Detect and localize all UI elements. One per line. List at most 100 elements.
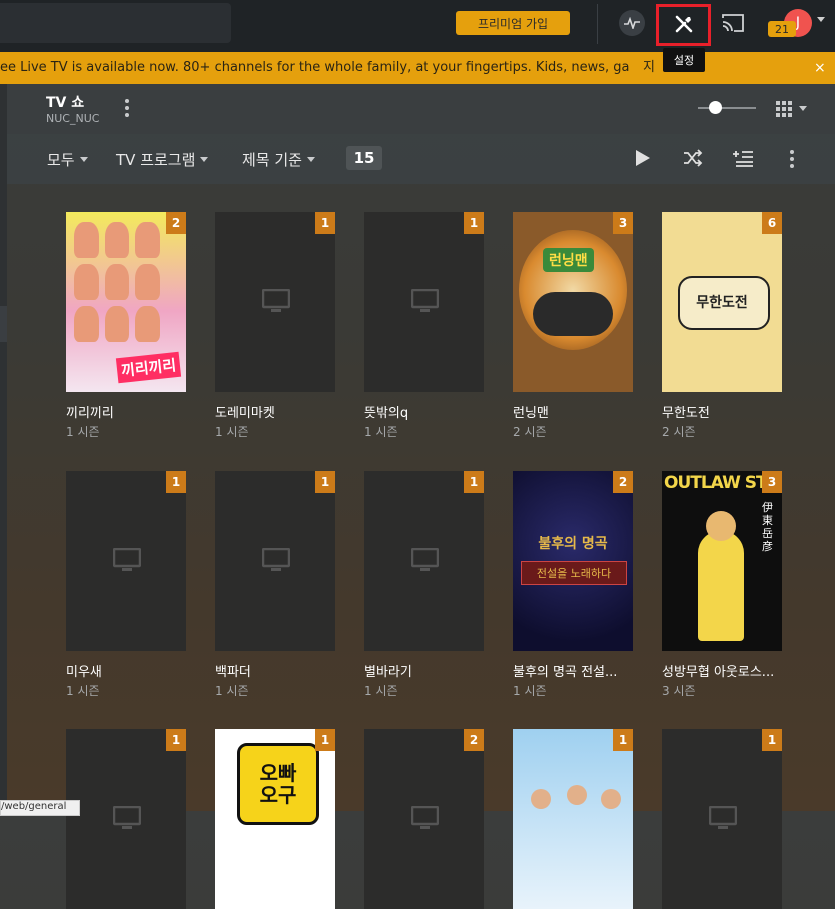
show-card[interactable]: 런닝맨 3 런닝맨 2 시즌	[513, 212, 633, 439]
banner-text: ee Live TV is available now. 80+ channel…	[0, 60, 630, 75]
unwatched-badge: 1	[613, 729, 633, 751]
show-card[interactable]: OUTLAW STAR 伊東岳彦 3 성방무협 아웃로스... 3 시즌	[662, 471, 782, 698]
chevron-down-icon	[306, 157, 315, 162]
unwatched-badge: 1	[315, 729, 335, 751]
unwatched-badge: 1	[315, 212, 335, 234]
season-count: 1 시즌	[364, 425, 398, 439]
slider-handle[interactable]	[709, 101, 722, 114]
show-card[interactable]: 1 도레미마켓 1 시즌	[215, 212, 335, 439]
chevron-down-icon	[200, 157, 209, 162]
show-card[interactable]: 1	[662, 729, 782, 909]
show-poster[interactable]: OUTLAW STAR 伊東岳彦 3	[662, 471, 782, 651]
show-card[interactable]: 무한도전 6 무한도전 2 시즌	[662, 212, 782, 439]
show-card[interactable]: 1 백파더 1 시즌	[215, 471, 335, 698]
grid-view-icon[interactable]	[776, 101, 792, 117]
premium-button[interactable]: 프리미엄 가입	[456, 11, 570, 35]
show-card[interactable]: 1 뜻밖의q 1 시즌	[364, 212, 484, 439]
unwatched-badge: 1	[315, 471, 335, 493]
season-count: 1 시즌	[215, 684, 249, 698]
unwatched-badge: 2	[613, 471, 633, 493]
season-count: 1 시즌	[215, 425, 249, 439]
season-count: 1 시즌	[364, 684, 398, 698]
search-input[interactable]	[0, 3, 231, 43]
tv-placeholder-icon	[411, 806, 439, 829]
show-title[interactable]: 런닝맨	[513, 402, 633, 421]
show-poster[interactable]: 1	[66, 729, 186, 909]
show-poster[interactable]: 1	[215, 212, 335, 392]
show-poster[interactable]: 무한도전 6	[662, 212, 782, 392]
season-count: 2 시즌	[662, 425, 696, 439]
show-poster[interactable]: 1	[364, 471, 484, 651]
filter-type-label: TV 프로그램	[116, 151, 196, 169]
activity-icon[interactable]	[619, 10, 645, 36]
sort-dropdown[interactable]: 제목 기준	[242, 149, 315, 170]
more-options-icon[interactable]	[790, 150, 796, 168]
chevron-down-icon[interactable]	[817, 17, 825, 22]
cast-icon[interactable]	[720, 12, 746, 34]
sidebar-collapsed[interactable]	[0, 84, 7, 811]
show-poster[interactable]: 1	[215, 471, 335, 651]
sort-label: 제목 기준	[242, 151, 302, 169]
unwatched-badge: 2	[166, 212, 186, 234]
toolbar-divider	[597, 4, 598, 44]
library-menu-icon[interactable]	[124, 99, 130, 117]
add-to-queue-icon[interactable]	[732, 148, 754, 168]
tv-placeholder-icon	[113, 548, 141, 571]
show-card[interactable]: 오빠 오구 1	[215, 729, 335, 909]
show-title[interactable]: 성방무협 아웃로스...	[662, 661, 782, 680]
unwatched-badge: 6	[762, 212, 782, 234]
unwatched-badge: 3	[613, 212, 633, 234]
banner-text-tail: 지	[643, 60, 655, 75]
show-card[interactable]: 1	[66, 729, 186, 909]
show-poster[interactable]: 오빠 오구 1	[215, 729, 335, 909]
show-card[interactable]: 끼리끼리 2 끼리끼리 1 시즌	[66, 212, 186, 439]
season-count: 2 시즌	[513, 425, 547, 439]
filter-all-label: 모두	[47, 151, 75, 169]
view-dropdown-icon[interactable]	[799, 106, 807, 111]
server-name: NUC_NUC	[46, 112, 100, 125]
show-poster[interactable]: 끼리끼리 2	[66, 212, 186, 392]
show-card[interactable]: 2	[364, 729, 484, 909]
show-poster[interactable]: 1	[66, 471, 186, 651]
tv-placeholder-icon	[411, 289, 439, 312]
sidebar-indicator	[0, 306, 7, 342]
item-count: 15	[346, 146, 382, 170]
show-poster[interactable]: 1	[662, 729, 782, 909]
season-count: 3 시즌	[662, 684, 696, 698]
show-title[interactable]: 무한도전	[662, 402, 782, 421]
filter-all-dropdown[interactable]: 모두	[47, 149, 88, 170]
season-count: 1 시즌	[513, 684, 547, 698]
show-title[interactable]: 미우새	[66, 661, 186, 680]
tv-placeholder-icon	[262, 548, 290, 571]
show-title[interactable]: 백파더	[215, 661, 335, 680]
settings-button[interactable]	[656, 4, 711, 46]
show-poster[interactable]: 1	[513, 729, 633, 909]
show-card[interactable]: 불후의 명곡 전설을 노래하다 2 불후의 명곡 전설... 1 시즌	[513, 471, 633, 698]
announcement-banner: ee Live TV is available now. 80+ channel…	[0, 52, 835, 84]
chevron-down-icon	[79, 157, 88, 162]
settings-tooltip: 설정	[663, 48, 705, 72]
show-poster[interactable]: 2	[364, 729, 484, 909]
unwatched-badge: 1	[464, 212, 484, 234]
unwatched-badge: 1	[166, 471, 186, 493]
shuffle-icon[interactable]	[683, 149, 703, 167]
close-icon[interactable]: ×	[814, 52, 826, 84]
library-title: TV 쇼	[46, 95, 85, 111]
play-icon[interactable]	[636, 150, 650, 166]
unwatched-badge: 1	[762, 729, 782, 751]
show-card[interactable]: 1 별바라기 1 시즌	[364, 471, 484, 698]
show-card[interactable]: 1	[513, 729, 633, 909]
show-card[interactable]: 1 미우새 1 시즌	[66, 471, 186, 698]
show-poster[interactable]: 불후의 명곡 전설을 노래하다 2	[513, 471, 633, 651]
tv-placeholder-icon	[411, 548, 439, 571]
show-title[interactable]: 뜻밖의q	[364, 402, 484, 421]
show-title[interactable]: 끼리끼리	[66, 402, 186, 421]
show-title[interactable]: 별바라기	[364, 661, 484, 680]
filter-type-dropdown[interactable]: TV 프로그램	[116, 149, 209, 170]
show-poster[interactable]: 런닝맨 3	[513, 212, 633, 392]
show-poster[interactable]: 1	[364, 212, 484, 392]
show-title[interactable]: 불후의 명곡 전설...	[513, 661, 633, 680]
poster-size-slider[interactable]	[698, 107, 756, 109]
status-url: /web/general	[0, 800, 80, 816]
show-title[interactable]: 도레미마켓	[215, 402, 335, 421]
